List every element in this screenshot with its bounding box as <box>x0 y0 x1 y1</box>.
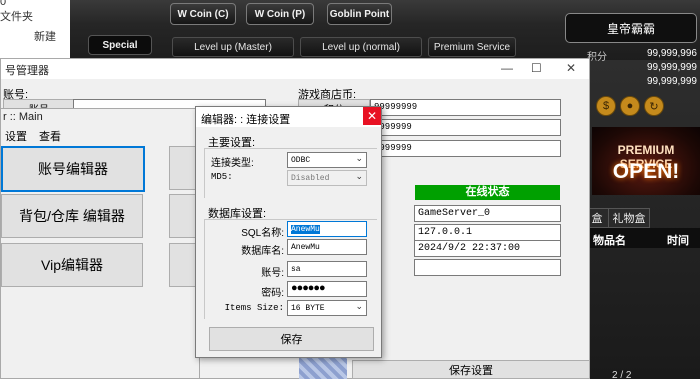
chevron-down-icon: ⌄ <box>355 302 363 312</box>
wcoin-p-button[interactable]: W Coin (P) <box>246 3 314 25</box>
save-settings-button[interactable]: 保存设置 <box>352 360 590 379</box>
server-field: GameServer_0 <box>414 205 561 222</box>
db-password-input[interactable]: ●●●●●● <box>287 281 367 297</box>
datetime-field: 2024/9/2 22:37:00 <box>414 240 561 257</box>
connection-settings-dialog: 编辑器: : 连接设置 ✕ 主要设置: 连接类型: ODBC ⌄ MD5: Dis… <box>195 106 382 358</box>
page-indicator: 2 / 2 <box>612 370 632 381</box>
dialog-title: 编辑器: : 连接设置 <box>201 114 291 126</box>
item-table-header: 物品名 时间 <box>585 228 700 248</box>
menu-settings[interactable]: 设置 <box>5 128 27 144</box>
md5-select: Disabled ⌄ <box>287 170 367 186</box>
item-name-header: 物品名 <box>593 235 626 247</box>
refresh-icon[interactable]: ↻ <box>644 96 664 116</box>
character-name-box[interactable]: 皇帝霸霸 <box>565 13 697 43</box>
stat-row: 99,999,999 <box>646 62 697 73</box>
chevron-down-icon: ⌄ <box>355 172 363 182</box>
db-name-input[interactable]: AnewMu <box>287 239 367 255</box>
shop-coin-input-2[interactable]: 9999999 <box>370 119 561 136</box>
manager-titlebar: 号管理器 — ☐ ✕ <box>1 59 589 79</box>
shop-coin-input-3[interactable]: 9999999 <box>370 140 561 157</box>
items-size-label: Items Size: <box>224 303 284 313</box>
main-window: r :: Main 设置 查看 账号编辑器 背包/仓库 编辑器 Vip编辑器 <box>0 108 201 379</box>
special-tab[interactable]: Special <box>88 35 152 55</box>
explorer-line: 0 <box>0 0 7 8</box>
goblin-point-button[interactable]: Goblin Point <box>327 3 392 25</box>
app-icon <box>299 355 347 379</box>
maximize-icon[interactable]: ☐ <box>531 61 542 75</box>
explorer-fragment: 0 文件夹 新建 <box>0 0 70 60</box>
shop-coin-input-1[interactable]: 99999999 <box>370 99 561 116</box>
chevron-down-icon: ⌄ <box>355 154 363 164</box>
dialog-titlebar: 编辑器: : 连接设置 ✕ <box>196 107 381 127</box>
status-empty-field <box>414 259 561 276</box>
account-editor-button[interactable]: 账号编辑器 <box>1 146 145 192</box>
explorer-new-label[interactable]: 新建 <box>34 28 56 44</box>
inventory-editor-button[interactable]: 背包/仓库 编辑器 <box>1 194 143 238</box>
items-size-select[interactable]: 16 BYTE ⌄ <box>287 300 367 316</box>
wcoin-c-button[interactable]: W Coin (C) <box>170 3 236 25</box>
main-menu-bar: 设置 查看 <box>1 127 201 144</box>
dialog-close-icon[interactable]: ✕ <box>363 107 381 125</box>
stat-row: 99,999,999 <box>646 76 697 87</box>
stat-row: 积分 99,999,996 <box>587 48 697 63</box>
online-status-header: 在线状态 <box>415 185 560 200</box>
premium-service-banner[interactable]: PREMIUM SERVICE OPEN! <box>592 127 700 195</box>
gift-tab-bar: 盒 礼物盒 <box>585 208 700 228</box>
premium-banner-line2: OPEN! <box>612 160 680 183</box>
tab-level-up-normal[interactable]: Level up (normal) <box>300 37 422 57</box>
db-password-label: 密码: <box>261 288 284 299</box>
explorer-folder-label[interactable]: 文件夹 <box>0 8 33 24</box>
menu-view[interactable]: 查看 <box>39 128 61 144</box>
db-account-label: 账号: <box>261 268 284 279</box>
db-name-label: 数据库名: <box>241 246 284 257</box>
sql-name-label: SQL名称: <box>241 228 284 239</box>
tab-gift-box[interactable]: 礼物盒 <box>608 208 650 228</box>
conn-type-label: 连接类型: <box>211 158 254 169</box>
ip-field: 127.0.0.1 <box>414 224 561 241</box>
sql-name-input[interactable]: AnewMu <box>287 221 367 237</box>
tab-level-up-master[interactable]: Level up (Master) <box>172 37 294 57</box>
dialog-save-button[interactable]: 保存 <box>209 327 374 351</box>
tab-premium-service[interactable]: Premium Service <box>428 37 516 57</box>
item-time-header: 时间 <box>667 235 689 247</box>
main-window-title: r :: Main <box>3 111 43 123</box>
md5-label: MD5: <box>211 172 233 182</box>
vip-editor-button[interactable]: Vip编辑器 <box>1 243 143 287</box>
coins-icon[interactable]: ● <box>620 96 640 116</box>
conn-type-select[interactable]: ODBC ⌄ <box>287 152 367 168</box>
manager-title: 号管理器 <box>5 65 49 77</box>
close-icon[interactable]: ✕ <box>566 61 576 75</box>
db-account-input[interactable]: sa <box>287 261 367 277</box>
minimize-icon[interactable]: — <box>501 61 513 75</box>
shop-icon[interactable]: $ <box>596 96 616 116</box>
